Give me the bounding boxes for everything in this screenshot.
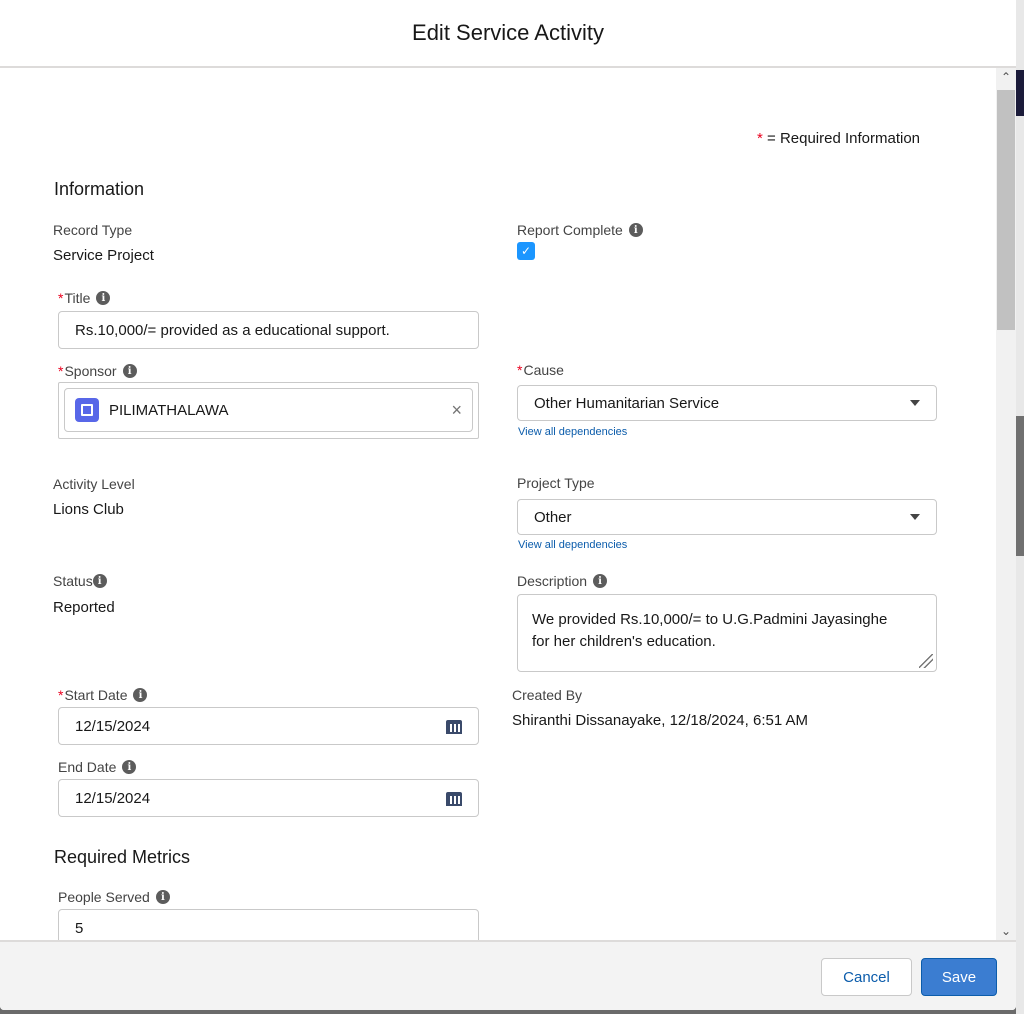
section-information-title: Information bbox=[54, 179, 145, 199]
required-star: * bbox=[757, 130, 763, 147]
report-complete-label-text: Report Complete bbox=[517, 222, 623, 238]
info-icon[interactable]: i bbox=[96, 291, 111, 305]
required-star: * bbox=[58, 363, 64, 379]
modal-body: * = Required Information Information Rec… bbox=[0, 68, 1016, 940]
description-textarea[interactable]: We provided Rs.10,000/= to U.G.Padmini J… bbox=[517, 594, 937, 672]
description-line-2: for her children's education. bbox=[532, 633, 716, 650]
end-date-label-text: End Date bbox=[58, 759, 117, 775]
sponsor-lookup: PILIMATHALAWA × bbox=[58, 382, 479, 439]
title-label: * Title i bbox=[58, 290, 111, 306]
report-complete-label: Report Complete i bbox=[517, 222, 643, 238]
cause-label-text: Cause bbox=[523, 362, 564, 378]
modal-header: Edit Service Activity bbox=[0, 0, 1016, 68]
sponsor-label-text: Sponsor bbox=[64, 363, 117, 379]
people-served-label-text: People Served bbox=[58, 889, 150, 905]
start-date-label: * Start Date i bbox=[58, 687, 148, 703]
description-line-1: We provided Rs.10,000/= to U.G.Padmini J… bbox=[532, 611, 888, 628]
background-header-strip bbox=[1016, 70, 1024, 116]
cause-select-value: Other Humanitarian Service bbox=[534, 394, 720, 412]
sponsor-label: * Sponsor i bbox=[58, 363, 137, 379]
save-button[interactable]: Save bbox=[921, 958, 997, 996]
cause-select[interactable]: Other Humanitarian Service bbox=[517, 385, 937, 421]
end-date-label: End Date i bbox=[58, 759, 137, 775]
project-type-select-value: Other bbox=[534, 508, 572, 526]
info-icon[interactable]: i bbox=[593, 574, 608, 588]
title-label-text: Title bbox=[64, 290, 91, 306]
required-star: * bbox=[58, 687, 64, 703]
cause-label: * Cause bbox=[517, 362, 564, 378]
cause-dependencies-link[interactable]: View all dependencies bbox=[518, 426, 627, 438]
calendar-icon[interactable] bbox=[446, 718, 462, 734]
activity-level-label-text: Activity Level bbox=[53, 476, 135, 492]
created-by-value: Shiranthi Dissanayake, 12/18/2024, 6:51 … bbox=[512, 712, 809, 729]
report-complete-checkbox[interactable]: ✓ bbox=[517, 242, 535, 260]
record-type-label: Record Type bbox=[53, 222, 132, 238]
scroll-thumb[interactable] bbox=[997, 90, 1015, 330]
project-type-label-text: Project Type bbox=[517, 475, 595, 491]
people-served-label: People Served i bbox=[58, 889, 170, 905]
info-icon[interactable]: i bbox=[628, 223, 643, 237]
sponsor-pill-label: PILIMATHALAWA bbox=[109, 401, 229, 419]
chevron-down-icon bbox=[910, 514, 920, 520]
start-date-label-text: Start Date bbox=[64, 687, 128, 703]
start-date-value: 12/15/2024 bbox=[75, 717, 151, 735]
project-type-select[interactable]: Other bbox=[517, 499, 937, 535]
sponsor-pill[interactable]: PILIMATHALAWA × bbox=[64, 388, 473, 432]
edit-modal: Edit Service Activity * = Required Infor… bbox=[0, 0, 1016, 1010]
end-date-value: 12/15/2024 bbox=[75, 789, 151, 807]
chevron-down-icon bbox=[910, 400, 920, 406]
scroll-up-icon[interactable]: ⌃ bbox=[996, 68, 1016, 86]
modal-footer: Cancel Save bbox=[0, 940, 1016, 1010]
status-value: Reported bbox=[53, 599, 115, 616]
required-info-text: = Required Information bbox=[767, 130, 921, 147]
activity-level-value: Lions Club bbox=[53, 501, 124, 518]
record-type-value: Service Project bbox=[53, 247, 154, 264]
people-served-input[interactable]: 5 bbox=[58, 909, 479, 940]
title-input-value: Rs.10,000/= provided as a educational su… bbox=[75, 321, 390, 339]
info-icon[interactable]: i bbox=[122, 760, 137, 774]
project-type-label: Project Type bbox=[517, 475, 595, 491]
info-icon[interactable]: i bbox=[155, 890, 170, 904]
resize-handle[interactable] bbox=[919, 654, 933, 668]
description-label-text: Description bbox=[517, 573, 588, 589]
start-date-input[interactable]: 12/15/2024 bbox=[58, 707, 479, 745]
description-label: Description i bbox=[517, 573, 608, 589]
modal-title: Edit Service Activity bbox=[412, 20, 604, 45]
activity-level-label: Activity Level bbox=[53, 476, 135, 492]
info-icon[interactable]: i bbox=[92, 574, 107, 588]
scroll-down-icon[interactable]: ⌄ bbox=[996, 922, 1016, 940]
created-by-label-text: Created By bbox=[512, 687, 583, 703]
project-type-dependencies-link[interactable]: View all dependencies bbox=[518, 539, 627, 551]
account-icon bbox=[75, 398, 99, 422]
created-by-label: Created By bbox=[512, 687, 582, 703]
title-input[interactable]: Rs.10,000/= provided as a educational su… bbox=[58, 311, 479, 349]
vertical-scrollbar[interactable]: ⌃ ⌄ bbox=[996, 68, 1016, 940]
end-date-input[interactable]: 12/15/2024 bbox=[58, 779, 479, 817]
cancel-button[interactable]: Cancel bbox=[821, 958, 912, 996]
info-icon[interactable]: i bbox=[122, 364, 137, 378]
people-served-value: 5 bbox=[75, 919, 84, 937]
close-icon[interactable]: × bbox=[451, 400, 462, 421]
info-icon[interactable]: i bbox=[133, 688, 148, 702]
required-star: * bbox=[517, 362, 523, 378]
required-star: * bbox=[58, 290, 64, 306]
record-type-label-text: Record Type bbox=[53, 222, 133, 238]
status-label: Status i bbox=[53, 573, 107, 589]
calendar-icon[interactable] bbox=[446, 790, 462, 806]
section-metrics-title: Required Metrics bbox=[54, 847, 191, 867]
required-info-note: * = Required Information bbox=[757, 130, 920, 147]
status-label-text: Status bbox=[53, 573, 93, 589]
background-band bbox=[1016, 416, 1024, 556]
